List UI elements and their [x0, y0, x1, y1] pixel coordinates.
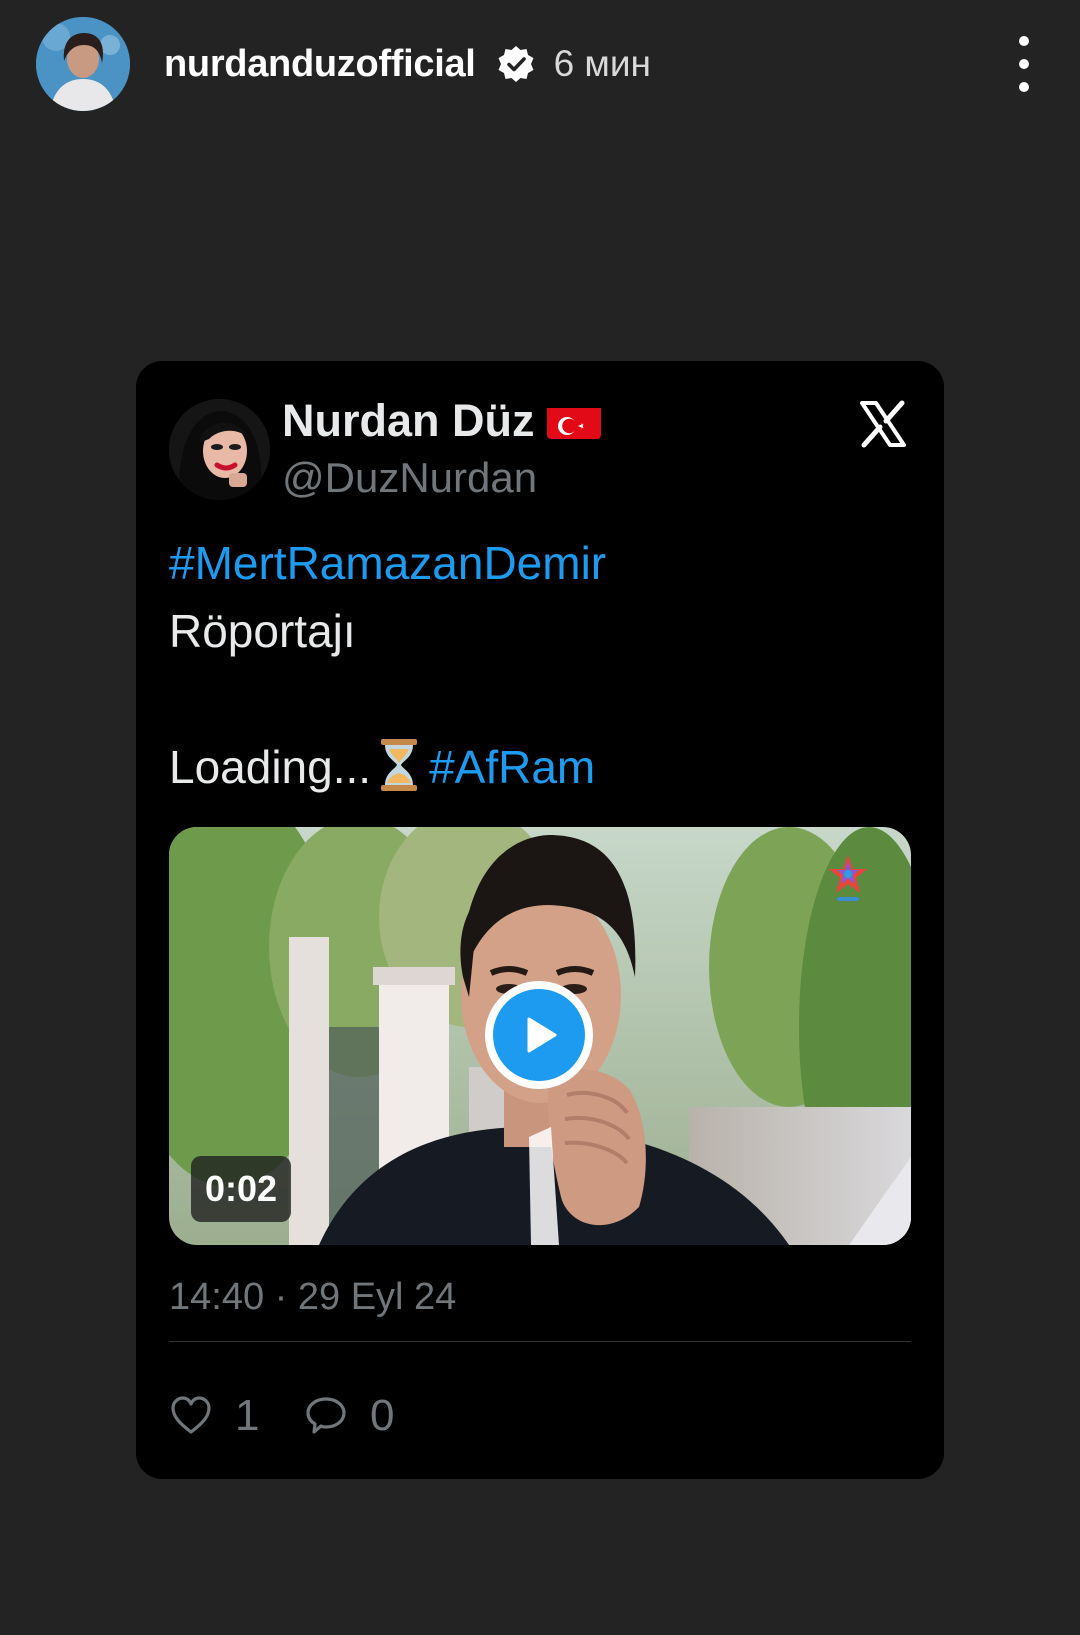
story-header: nurdanduzofficial 6 мин: [36, 16, 1044, 112]
tweet-text-line-loading: Loading... #AfRam: [169, 733, 909, 801]
tweet-display-name[interactable]: Nurdan Düz: [282, 395, 601, 447]
speech-bubble-icon: [306, 1397, 346, 1434]
verified-badge-icon: [496, 44, 536, 84]
tweet-handle[interactable]: @DuzNurdan: [282, 454, 537, 502]
like-count: 1: [235, 1391, 260, 1440]
turkey-flag-icon: [546, 403, 601, 439]
play-icon: [493, 989, 585, 1081]
heart-icon: [171, 1396, 211, 1434]
like-button[interactable]: 1: [169, 1391, 259, 1441]
tweet-text: #MertRamazanDemir Röportajı Loading... #…: [169, 529, 909, 801]
hourglass-icon: [377, 737, 421, 793]
channel-logo-icon: [825, 853, 871, 905]
display-name-text: Nurdan Düz: [282, 395, 535, 446]
tweet-timestamp[interactable]: 14:40 · 29 Eyl 24: [169, 1276, 456, 1319]
story-viewer: nurdanduzofficial 6 мин Nurdan Düz @DuzN…: [0, 0, 1080, 1635]
story-avatar[interactable]: [36, 17, 130, 111]
play-button[interactable]: [485, 981, 593, 1089]
reply-count: 0: [370, 1391, 395, 1440]
tweet-video[interactable]: 0:02: [169, 827, 911, 1245]
hashtag-link[interactable]: #AfRam: [429, 741, 595, 793]
more-vertical-icon[interactable]: [1004, 36, 1044, 92]
story-username[interactable]: nurdanduzofficial: [164, 43, 476, 86]
tweet-avatar[interactable]: [169, 399, 270, 500]
tweet-text-line: Röportajı: [169, 605, 356, 657]
x-logo-icon[interactable]: [858, 399, 908, 449]
divider: [169, 1341, 911, 1342]
tweet-card[interactable]: Nurdan Düz @DuzNurdan #MertRamazanDemir …: [136, 361, 944, 1479]
loading-text: Loading...: [169, 741, 372, 793]
video-duration-badge: 0:02: [191, 1156, 292, 1222]
reply-button[interactable]: 0: [304, 1391, 394, 1441]
story-timestamp: 6 мин: [553, 43, 651, 84]
hashtag-link[interactable]: #MertRamazanDemir: [169, 529, 909, 597]
